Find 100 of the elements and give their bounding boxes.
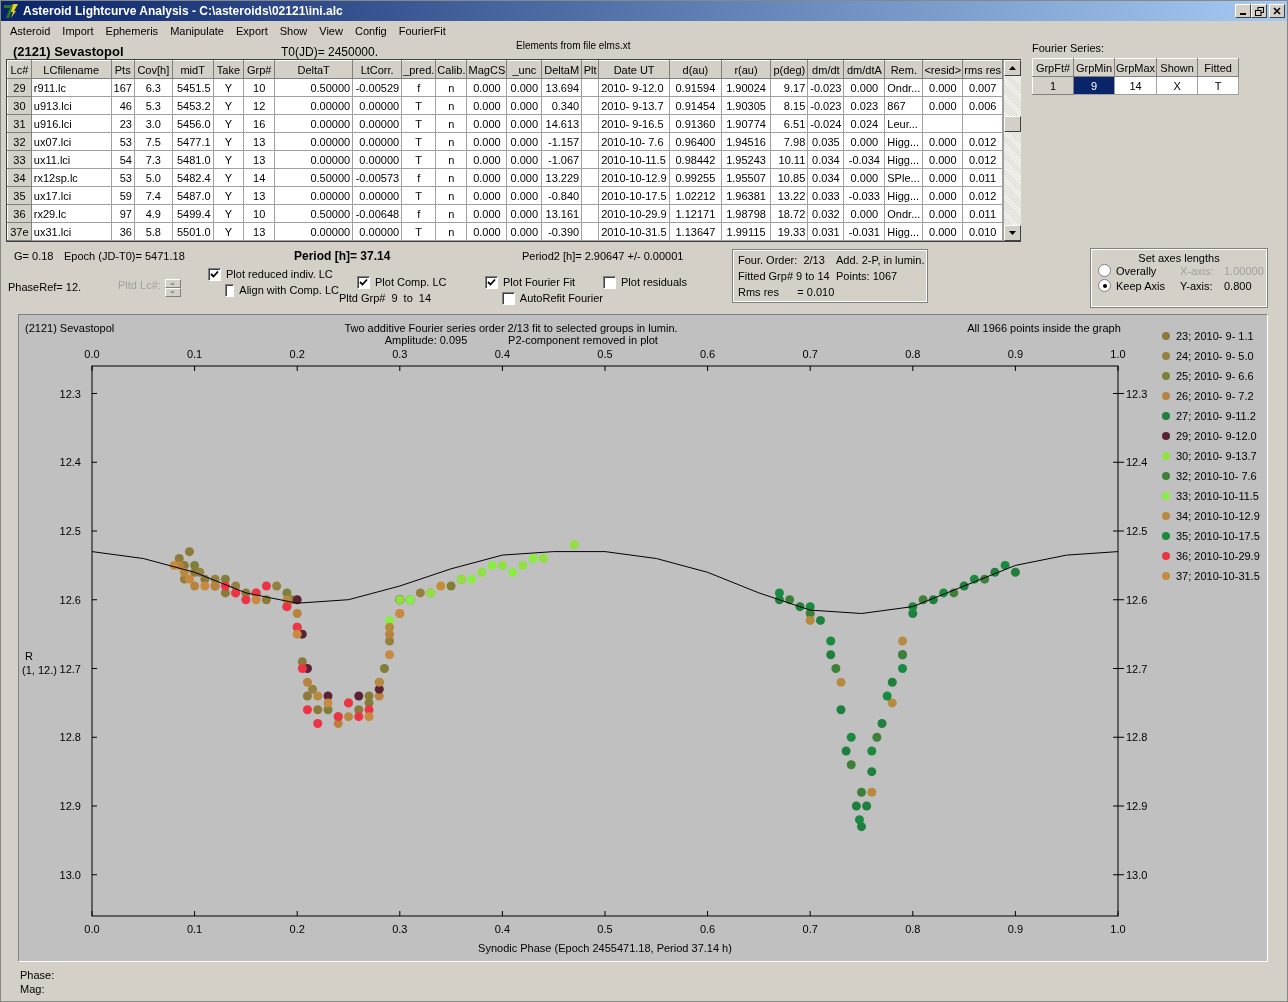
table-cell: 1.96381 (726, 189, 766, 202)
table-cell: rx12sp.lc (33, 171, 78, 184)
table-cell: 2010- 9-13.7 (601, 99, 664, 112)
table-cell: 0.011 (969, 171, 997, 184)
table-cell: 0.000 (929, 135, 957, 148)
table-cell: 10 (253, 207, 266, 220)
table-cell: 0.00000 (310, 135, 351, 148)
table-cell: 0.00000 (359, 99, 400, 112)
object-name: (2121) Sevastopol (13, 44, 125, 59)
y-tick-label: 13.0 (1126, 868, 1148, 881)
y-tick-label: 12.7 (1126, 662, 1148, 675)
x-axis-label: Synodic Phase (Epoch 2455471.18, Period 37.14 h) (478, 942, 732, 954)
x-tick-label: 0.1 (186, 923, 203, 935)
table-cell: T (415, 153, 423, 166)
table-cell: 36 (119, 225, 132, 238)
table-cell: 0.000 (929, 81, 957, 94)
table-cell: 0.006 (968, 99, 997, 112)
points-note: All 1966 points inside the graph (967, 322, 1121, 334)
table-cell: 19.33 (777, 225, 806, 238)
table-cell: 7.3 (145, 153, 161, 166)
y-tick-label: 12.9 (59, 800, 81, 812)
table-cell: 0.000 (473, 225, 501, 238)
amplitude-text: Amplitude: 0.095 (384, 334, 468, 346)
table-cell: 0.033 (812, 189, 840, 202)
table-cell: 0.000 (929, 99, 957, 112)
x-tick-label: 0.0 (84, 923, 100, 935)
table-cell: 0.00000 (359, 117, 400, 130)
table-cell: 0.99255 (675, 171, 716, 184)
x-tick-label: 0.3 (392, 923, 408, 935)
table-cell: 5456.0 (176, 117, 211, 130)
table-cell: 0.000 (473, 99, 501, 112)
y-tick-label: 12.8 (59, 731, 81, 744)
table-cell: 0.50000 (310, 171, 351, 184)
table-cell: 1.12171 (675, 207, 716, 220)
y-tick-label: 12.6 (1126, 593, 1148, 606)
table-cell: 97 (119, 207, 132, 220)
table-cell: r911.lc (33, 81, 66, 94)
table-cell: 0.000 (929, 225, 957, 238)
table-cell: 5482.4 (176, 171, 211, 184)
table-cell: 0.035 (812, 135, 840, 148)
axis-value: 0.800 (1224, 279, 1253, 292)
table-cell: 54 (119, 153, 132, 166)
table-cell: 0.50000 (310, 81, 351, 94)
table-cell: -0.00529 (355, 81, 400, 94)
table-cell: 0.91360 (675, 117, 716, 130)
table-cell: 0.000 (850, 207, 879, 220)
table-cell: -0.033 (848, 189, 880, 202)
x-tick-label: 0.8 (905, 348, 921, 360)
table-cell: -1.157 (548, 135, 580, 148)
table-cell: 5.8 (145, 225, 161, 238)
legend-label: 23; 2010- 9- 1.1 (1176, 330, 1254, 342)
table-cell: 0.000 (473, 171, 501, 184)
table-cell: 0.032 (812, 207, 840, 220)
table-cell: n (448, 117, 455, 130)
table-cell: 0.98442 (675, 153, 716, 166)
table-cell: 5501.0 (176, 225, 211, 238)
table-cell: 5477.1 (176, 135, 211, 148)
status-label: Phase: (20, 968, 56, 982)
table-cell: 867 (887, 99, 906, 112)
fourier-series-label: Fourier Series: (1032, 42, 1106, 56)
table-cell: 0.000 (510, 225, 539, 238)
table-cell: 1.95243 (726, 153, 766, 166)
table-cell: 1.02212 (675, 189, 716, 202)
y-tick-label: 12.9 (1126, 800, 1148, 812)
table-cell: Y (224, 117, 233, 130)
axis-label: Y-axis: (1180, 279, 1214, 292)
x-tick-label: 0.5 (597, 923, 613, 935)
y-axis-label: R (25, 650, 33, 662)
table-cell: -0.00648 (355, 207, 400, 220)
table-cell: 0.000 (510, 189, 539, 202)
table-cell: Y (224, 207, 233, 220)
legend-label: 33; 2010-10-11.5 (1176, 490, 1259, 502)
y-axis-unit: (1, 12.) (22, 664, 57, 676)
table-cell: 1.90305 (726, 99, 766, 112)
table-cell: 5.3 (145, 99, 161, 112)
table-cell: 8.15 (783, 99, 806, 112)
table-cell: f (417, 81, 421, 94)
table-cell: 0.00000 (310, 99, 351, 112)
table-cell: 4.9 (145, 207, 161, 220)
table-cell: 0.000 (510, 153, 539, 166)
legend-label: 26; 2010- 9- 7.2 (1176, 390, 1254, 402)
epoch-value: Epoch (JD-T0)= 5471.18 (64, 250, 186, 262)
y-tick-label: 12.4 (59, 456, 81, 469)
table-cell: 0.00000 (310, 117, 351, 130)
p2-note: P2-component removed in plot (508, 334, 658, 346)
legend-label: 34; 2010-10-12.9 (1176, 510, 1260, 522)
x-tick-label: 0.9 (1007, 348, 1024, 360)
table-cell: -0.023 (810, 99, 842, 112)
table-cell: T (415, 99, 423, 112)
table-cell: 2010-10- 7.6 (601, 135, 664, 148)
x-tick-label: 0.3 (392, 348, 408, 360)
table-cell: 0.024 (850, 117, 879, 130)
x-tick-label: 0.1 (186, 348, 203, 360)
table-cell: Higg... (887, 225, 920, 238)
table-cell: -0.024 (810, 117, 842, 130)
table-cell: -0.023 (810, 81, 842, 94)
table-cell: 13.161 (545, 207, 580, 220)
table-cell: -0.00573 (355, 171, 400, 184)
plot-object-name: (2121) Sevastopol (25, 322, 115, 334)
table-cell: 16 (253, 117, 266, 130)
